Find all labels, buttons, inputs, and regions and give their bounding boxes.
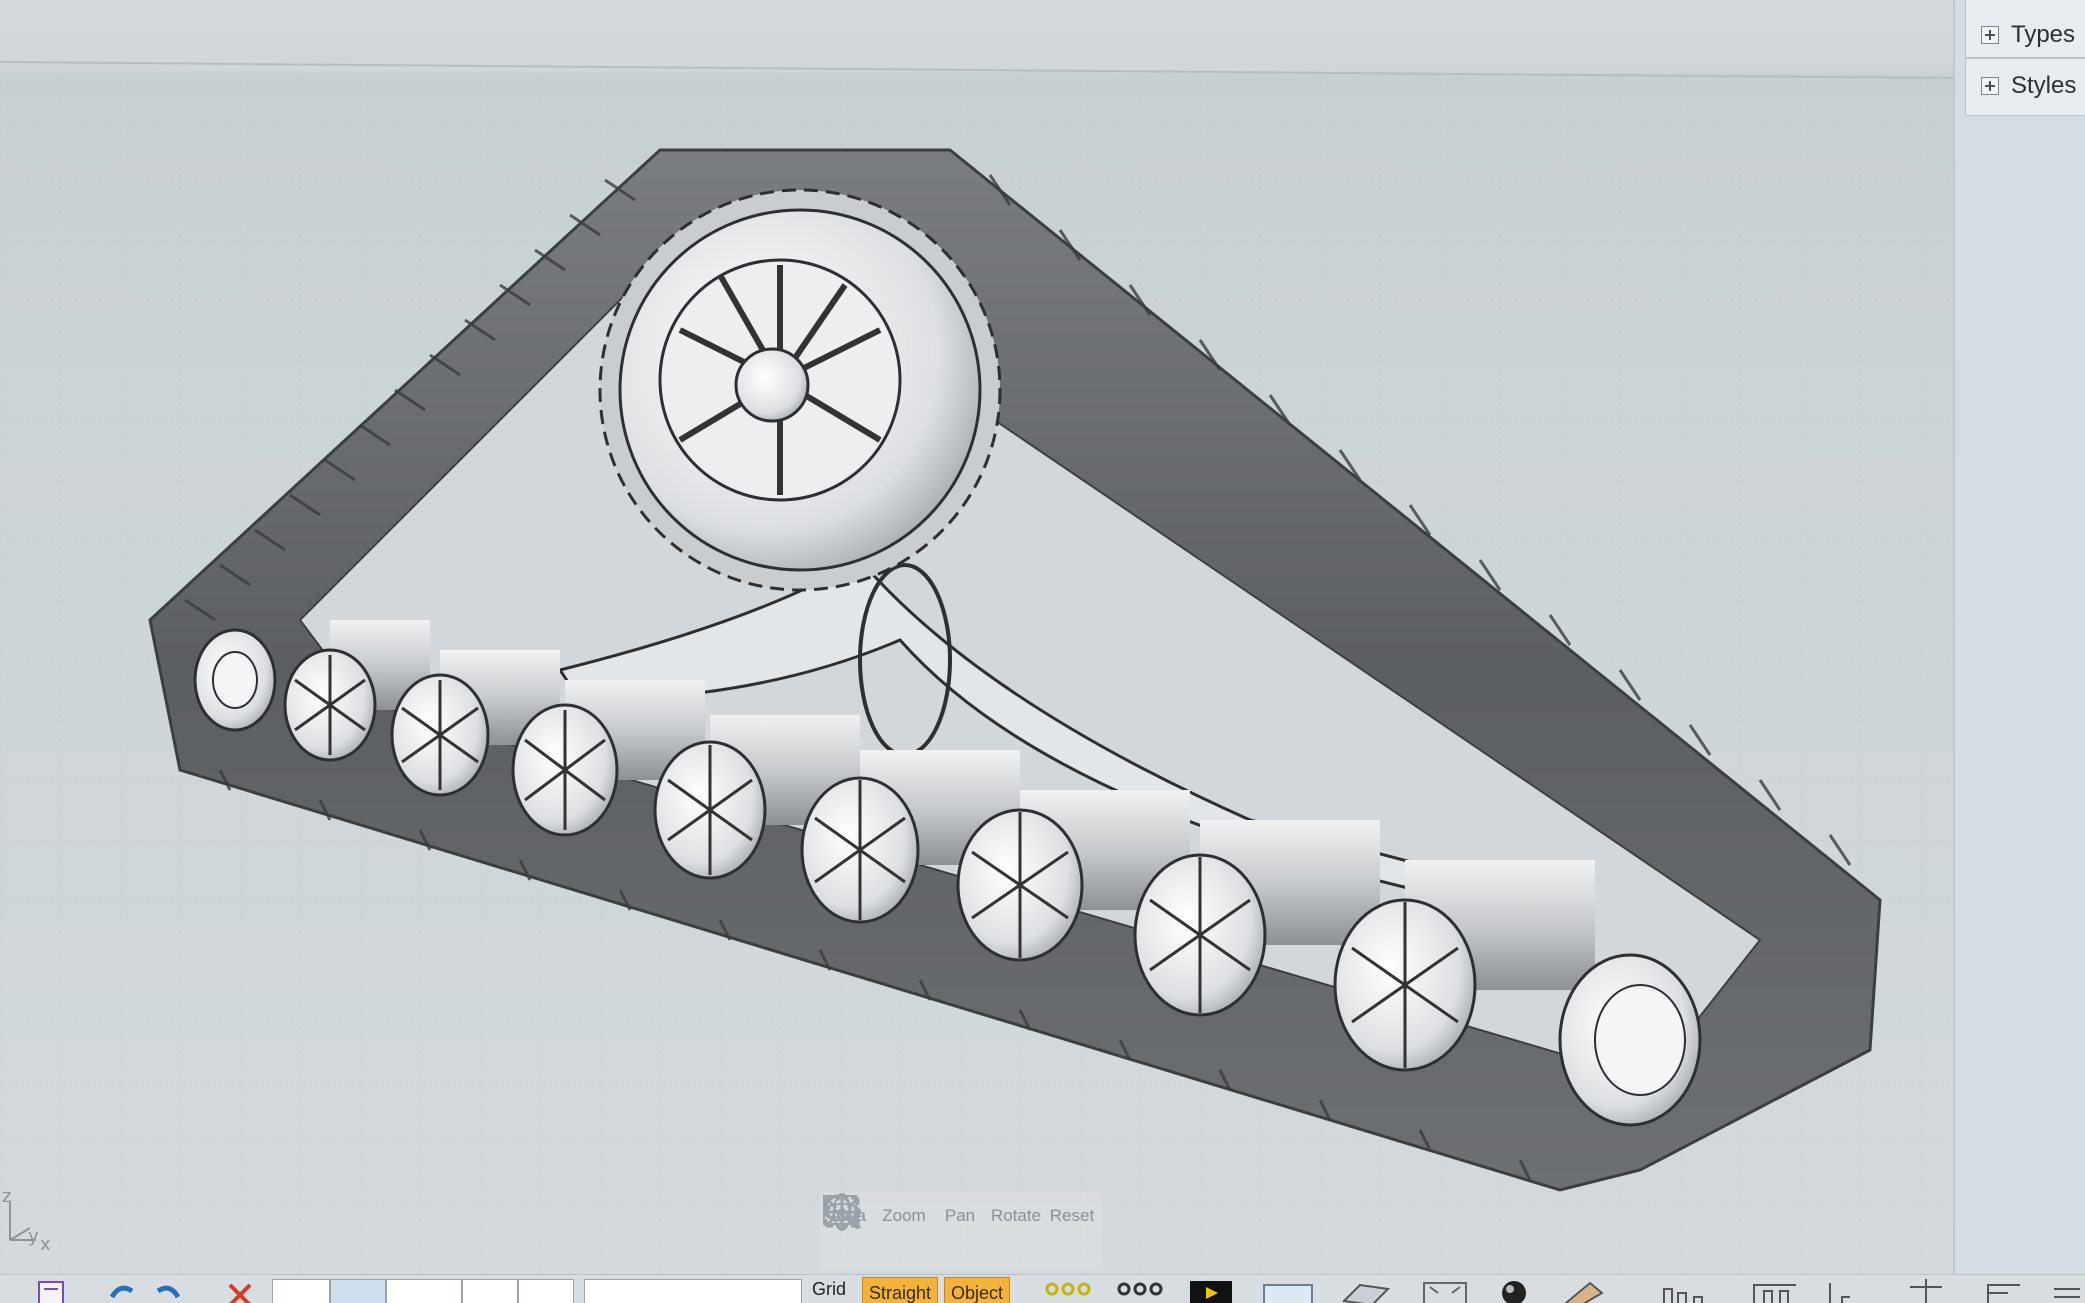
toolbar-field-selected[interactable] (330, 1279, 386, 1303)
pan-button[interactable]: Pan (823, 1192, 988, 1270)
types-label: Types (2011, 21, 2076, 48)
toolbar-field[interactable] (462, 1279, 518, 1303)
zoom-button[interactable]: Zoom (824, 1192, 932, 1270)
command-input[interactable] (584, 1279, 802, 1303)
plane-icon[interactable] (1340, 1279, 1392, 1303)
grid-label: Grid (812, 1279, 847, 1299)
undo-icon[interactable] (106, 1279, 136, 1303)
distribute-icon[interactable] (1750, 1279, 1800, 1303)
3d-viewport[interactable]: z y x Area Zoom Pan Rotate Reset (0, 0, 1953, 1274)
rotate-label: Rotate (990, 1206, 1042, 1225)
delete-icon[interactable] (226, 1279, 254, 1303)
save-icon[interactable] (36, 1279, 66, 1303)
measure-icon[interactable] (1820, 1279, 1860, 1303)
zoom-label: Zoom (882, 1206, 926, 1225)
tools-icon[interactable] (1560, 1279, 1610, 1303)
axis-z-label: z (2, 1186, 12, 1207)
expand-plus-icon[interactable] (1981, 77, 1999, 95)
pan-label: Pan (944, 1206, 976, 1225)
section-icon[interactable] (1906, 1279, 1946, 1303)
navigation-toolbar: Area Zoom Pan Rotate Reset (820, 1192, 1102, 1270)
reset-view-button[interactable]: Reset (824, 1192, 1100, 1270)
object-snap-toggle[interactable]: Object (944, 1277, 1011, 1303)
render-icon[interactable] (1188, 1279, 1234, 1303)
idler-wheel-front (193, 628, 277, 732)
styles-label: Styles (2011, 72, 2077, 99)
axis-y-label: y (28, 1226, 39, 1247)
toolbar-field[interactable] (518, 1279, 574, 1303)
idler-wheel-rear (1558, 953, 1702, 1127)
axis-indicator: z y x (2, 1186, 58, 1260)
material-icon[interactable] (1496, 1279, 1532, 1303)
axis-x-label: x (40, 1234, 51, 1255)
redo-icon[interactable] (154, 1279, 184, 1303)
expand-arrows-icon (824, 1196, 860, 1228)
track-model-scene[interactable] (0, 0, 1953, 1274)
reset-label: Reset (1049, 1206, 1095, 1225)
toolbar-field[interactable] (386, 1279, 462, 1303)
align-icon[interactable] (1660, 1279, 1710, 1303)
expand-plus-icon[interactable] (1981, 26, 1999, 44)
drive-sprocket[interactable] (598, 188, 1002, 592)
more-icon[interactable] (2050, 1279, 2084, 1303)
bottom-toolbar: Grid Straight Object (0, 1274, 2085, 1303)
snap-grid-icon[interactable] (1114, 1279, 1166, 1303)
view-icon[interactable] (1262, 1279, 1314, 1303)
rotate-button[interactable]: Rotate (823, 1192, 1044, 1270)
snap-points-icon[interactable] (1042, 1279, 1094, 1303)
toolbar-field[interactable] (272, 1279, 330, 1303)
straight-snap-toggle[interactable]: Straight (862, 1277, 939, 1303)
layout-icon[interactable] (1984, 1279, 2024, 1303)
types-group-header[interactable]: Types (1965, 12, 2085, 58)
right-panel: Types Styles (1953, 0, 2085, 1302)
fit-icon[interactable] (1420, 1279, 1470, 1303)
styles-group-header[interactable]: Styles (1965, 63, 2085, 109)
